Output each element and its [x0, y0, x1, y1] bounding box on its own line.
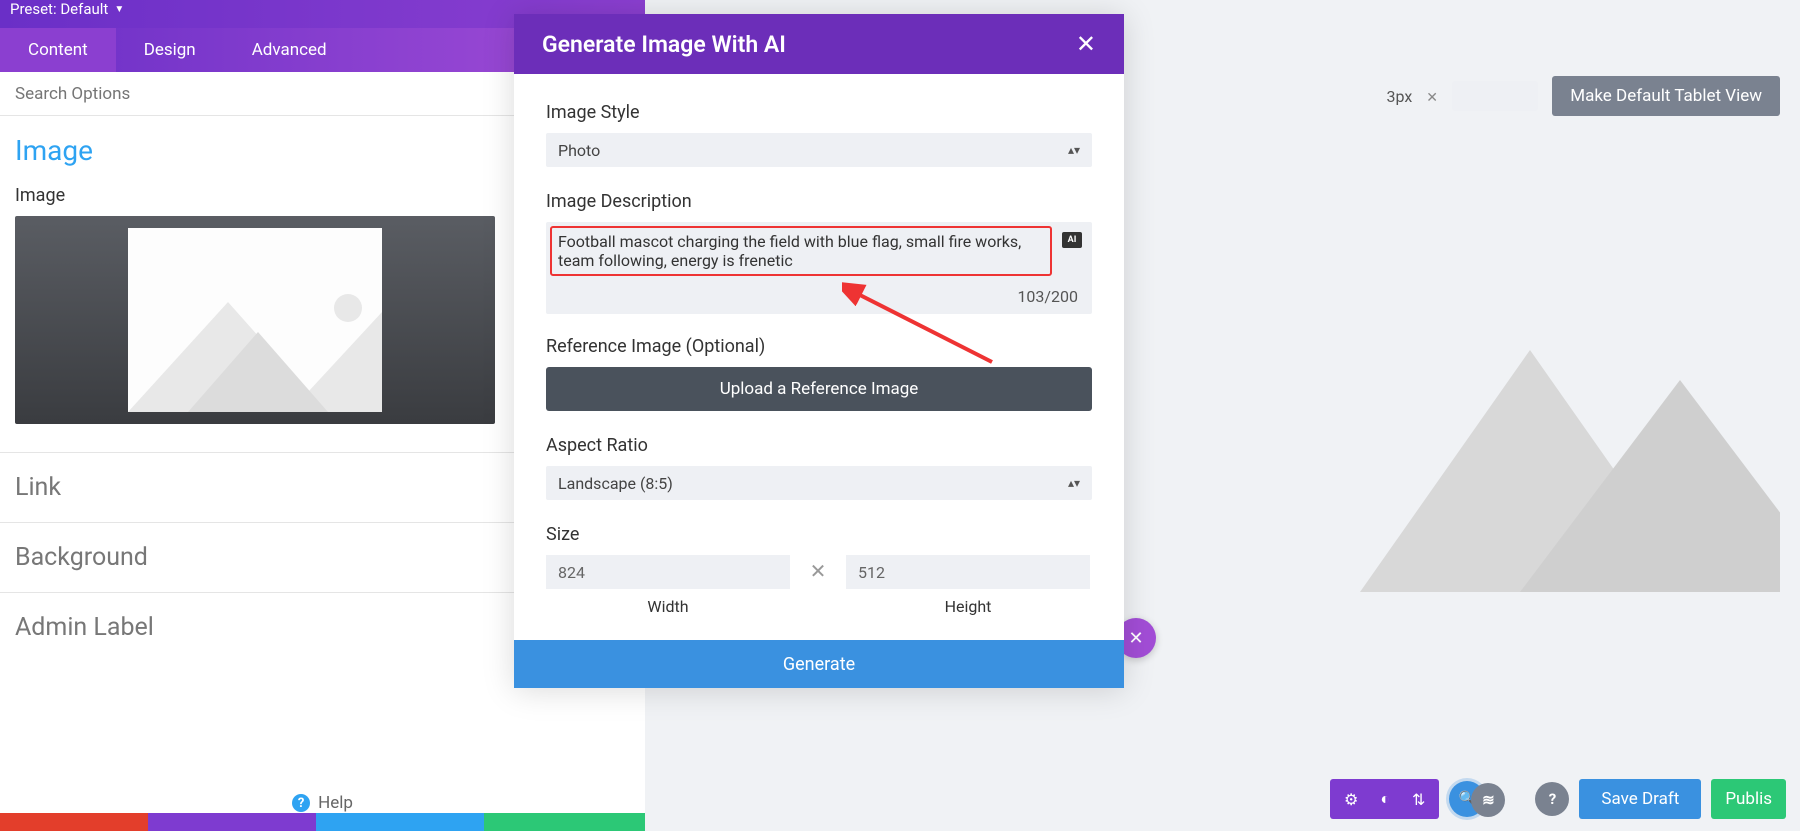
image-icon: [128, 292, 382, 412]
aspect-ratio-select[interactable]: Landscape (8:5) ▴▾: [546, 466, 1092, 500]
width-caption: Width: [647, 597, 688, 616]
generate-image-modal: Generate Image With AI ✕ Image Style Pho…: [514, 14, 1124, 688]
aspect-ratio-value: Landscape (8:5): [558, 474, 673, 493]
save-draft-button[interactable]: Save Draft: [1579, 779, 1701, 819]
sort-icon[interactable]: ⇅: [1412, 790, 1425, 809]
width-input[interactable]: [546, 555, 790, 589]
close-icon: ✕: [1076, 30, 1096, 58]
label-aspect-ratio: Aspect Ratio: [546, 435, 1092, 456]
builder-toolbar: ⚙ ◐ ⇅: [1330, 779, 1439, 819]
image-icon: [1360, 200, 1780, 592]
image-description-textarea[interactable]: [546, 222, 1048, 310]
history-icon[interactable]: ◐: [1380, 789, 1390, 809]
viewport-controls: 3px ✕ Make Default Tablet View: [1386, 76, 1780, 116]
modal-title: Generate Image With AI: [542, 31, 786, 58]
image-placeholder[interactable]: [15, 216, 495, 424]
chevron-up-down-icon: ▴▾: [1068, 143, 1080, 157]
image-description-field: AI 103/200: [546, 222, 1092, 314]
panel-action-redo[interactable]: [316, 813, 484, 831]
make-default-view-button[interactable]: Make Default Tablet View: [1552, 76, 1780, 116]
dimension-value: 3px: [1386, 87, 1412, 106]
gear-icon[interactable]: ⚙: [1344, 790, 1358, 809]
modal-body: Image Style Photo ▴▾ Image Description A…: [514, 74, 1124, 640]
generate-button[interactable]: Generate: [514, 640, 1124, 688]
label-image-style: Image Style: [546, 102, 1092, 123]
ai-badge-icon[interactable]: AI: [1062, 232, 1082, 248]
label-reference-image: Reference Image (Optional): [546, 336, 1092, 357]
height-input[interactable]: [846, 555, 1090, 589]
help-link[interactable]: ? Help: [0, 793, 645, 813]
times-icon: ✕: [790, 555, 846, 583]
layers-button[interactable]: ≋: [1471, 783, 1505, 817]
layers-icon: ≋: [1482, 791, 1495, 809]
chevron-up-down-icon: ▴▾: [1068, 476, 1080, 490]
modal-header: Generate Image With AI ✕: [514, 14, 1124, 74]
help-label: Help: [318, 793, 353, 813]
label-image-description: Image Description: [546, 191, 1092, 212]
tab-advanced[interactable]: Advanced: [224, 28, 355, 72]
help-button[interactable]: ?: [1535, 782, 1569, 816]
publish-button[interactable]: Publis: [1711, 779, 1786, 819]
preset-label: Preset: Default: [10, 0, 108, 18]
upload-reference-button[interactable]: Upload a Reference Image: [546, 367, 1092, 411]
canvas-image-placeholder: [1360, 200, 1780, 592]
panel-action-delete[interactable]: [0, 813, 148, 831]
char-count: 103/200: [1017, 287, 1078, 306]
image-style-value: Photo: [558, 141, 600, 160]
image-style-select[interactable]: Photo ▴▾: [546, 133, 1092, 167]
tab-content[interactable]: Content: [0, 28, 116, 72]
panel-action-undo[interactable]: [148, 813, 316, 831]
dimension-input[interactable]: [1452, 81, 1538, 111]
modal-close-button[interactable]: ✕: [1076, 30, 1096, 58]
close-icon: ✕: [1128, 628, 1143, 649]
close-icon[interactable]: ✕: [1426, 90, 1438, 102]
caret-down-icon: ▼: [114, 4, 124, 15]
image-placeholder-inner: [128, 228, 382, 412]
help-icon: ?: [292, 794, 310, 812]
tab-design[interactable]: Design: [116, 28, 224, 72]
panel-action-save[interactable]: [484, 813, 645, 831]
size-row: Width ✕ Height: [546, 555, 1092, 616]
bottom-action-bar: ⚙ ◐ ⇅ 🔍 ≋ ? Save Draft Publis: [1330, 779, 1786, 819]
height-caption: Height: [945, 597, 992, 616]
help-icon: ?: [1549, 790, 1556, 808]
label-size: Size: [546, 524, 1092, 545]
